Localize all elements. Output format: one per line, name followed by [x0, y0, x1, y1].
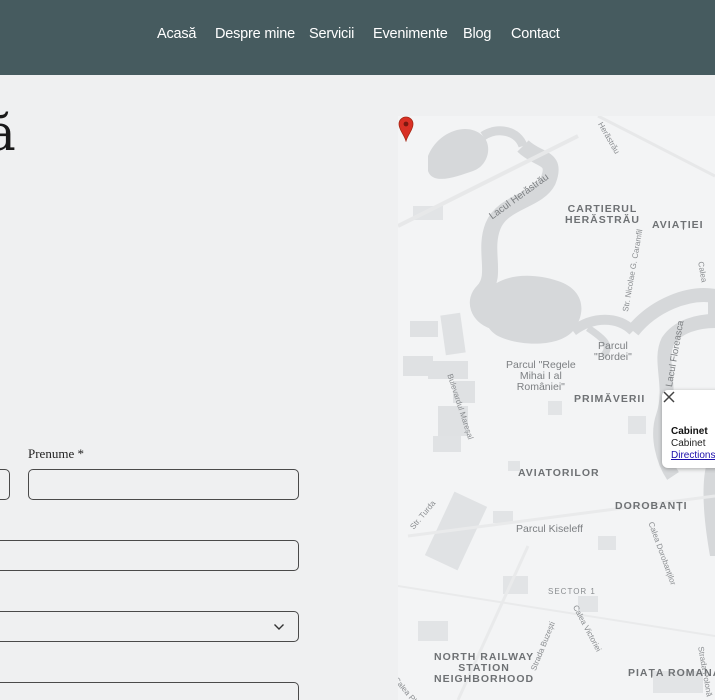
directions-link[interactable]: Directions: [671, 450, 715, 461]
nav-item-servicii[interactable]: Servicii: [309, 26, 354, 42]
map-pin-icon[interactable]: [398, 116, 414, 142]
top-navigation: Acasă Despre mine Servicii Evenimente Bl…: [0, 0, 715, 75]
message-field[interactable]: [0, 682, 299, 700]
close-icon[interactable]: [662, 390, 676, 404]
map-label-sector-1: SECTOR 1: [548, 587, 596, 596]
nav-item-blog[interactable]: Blog: [463, 26, 491, 42]
service-select[interactable]: [0, 611, 299, 642]
chevron-down-icon: [274, 624, 284, 630]
map-label-north-railway: NORTH RAILWAY STATION NEIGHBORHOOD: [434, 651, 535, 686]
prenume-field[interactable]: [28, 469, 299, 500]
map[interactable]: CARTIERUL HERĂSTRĂU AVIAȚIEI Lacul Herăs…: [398, 116, 715, 700]
nume-field[interactable]: [0, 469, 10, 500]
nav-item-evenimente[interactable]: Evenimente: [373, 26, 448, 42]
popup-title: Cabinet: [671, 426, 708, 437]
map-label-parcul-kiseleff: Parcul Kiseleff: [516, 523, 583, 535]
nav-item-acasa[interactable]: Acasă: [157, 26, 197, 42]
map-label-aviatorilor: AVIATORILOR: [518, 467, 600, 479]
map-info-popup: Cabinet Cabinet Directions: [662, 390, 715, 468]
map-label-dorobanti: DOROBANȚI: [615, 500, 688, 512]
nav-item-despre-mine[interactable]: Despre mine: [215, 26, 295, 42]
map-label-parcul-bordei: Parcul "Bordei": [594, 340, 632, 364]
map-label-parcul-regele: Parcul "Regele Mihai I al României": [506, 359, 576, 394]
map-label-cartierul-herastrau: CARTIERUL HERĂSTRĂU: [565, 203, 640, 227]
email-field[interactable]: [0, 540, 299, 571]
popup-subtitle: Cabinet: [671, 438, 706, 449]
prenume-label: Prenume *: [28, 446, 84, 461]
map-label-primaverii: PRIMĂVERII: [574, 393, 646, 405]
page-title: ă: [0, 104, 16, 162]
map-label-aviatiei: AVIAȚIEI: [652, 219, 704, 231]
nav-item-contact[interactable]: Contact: [511, 26, 560, 42]
